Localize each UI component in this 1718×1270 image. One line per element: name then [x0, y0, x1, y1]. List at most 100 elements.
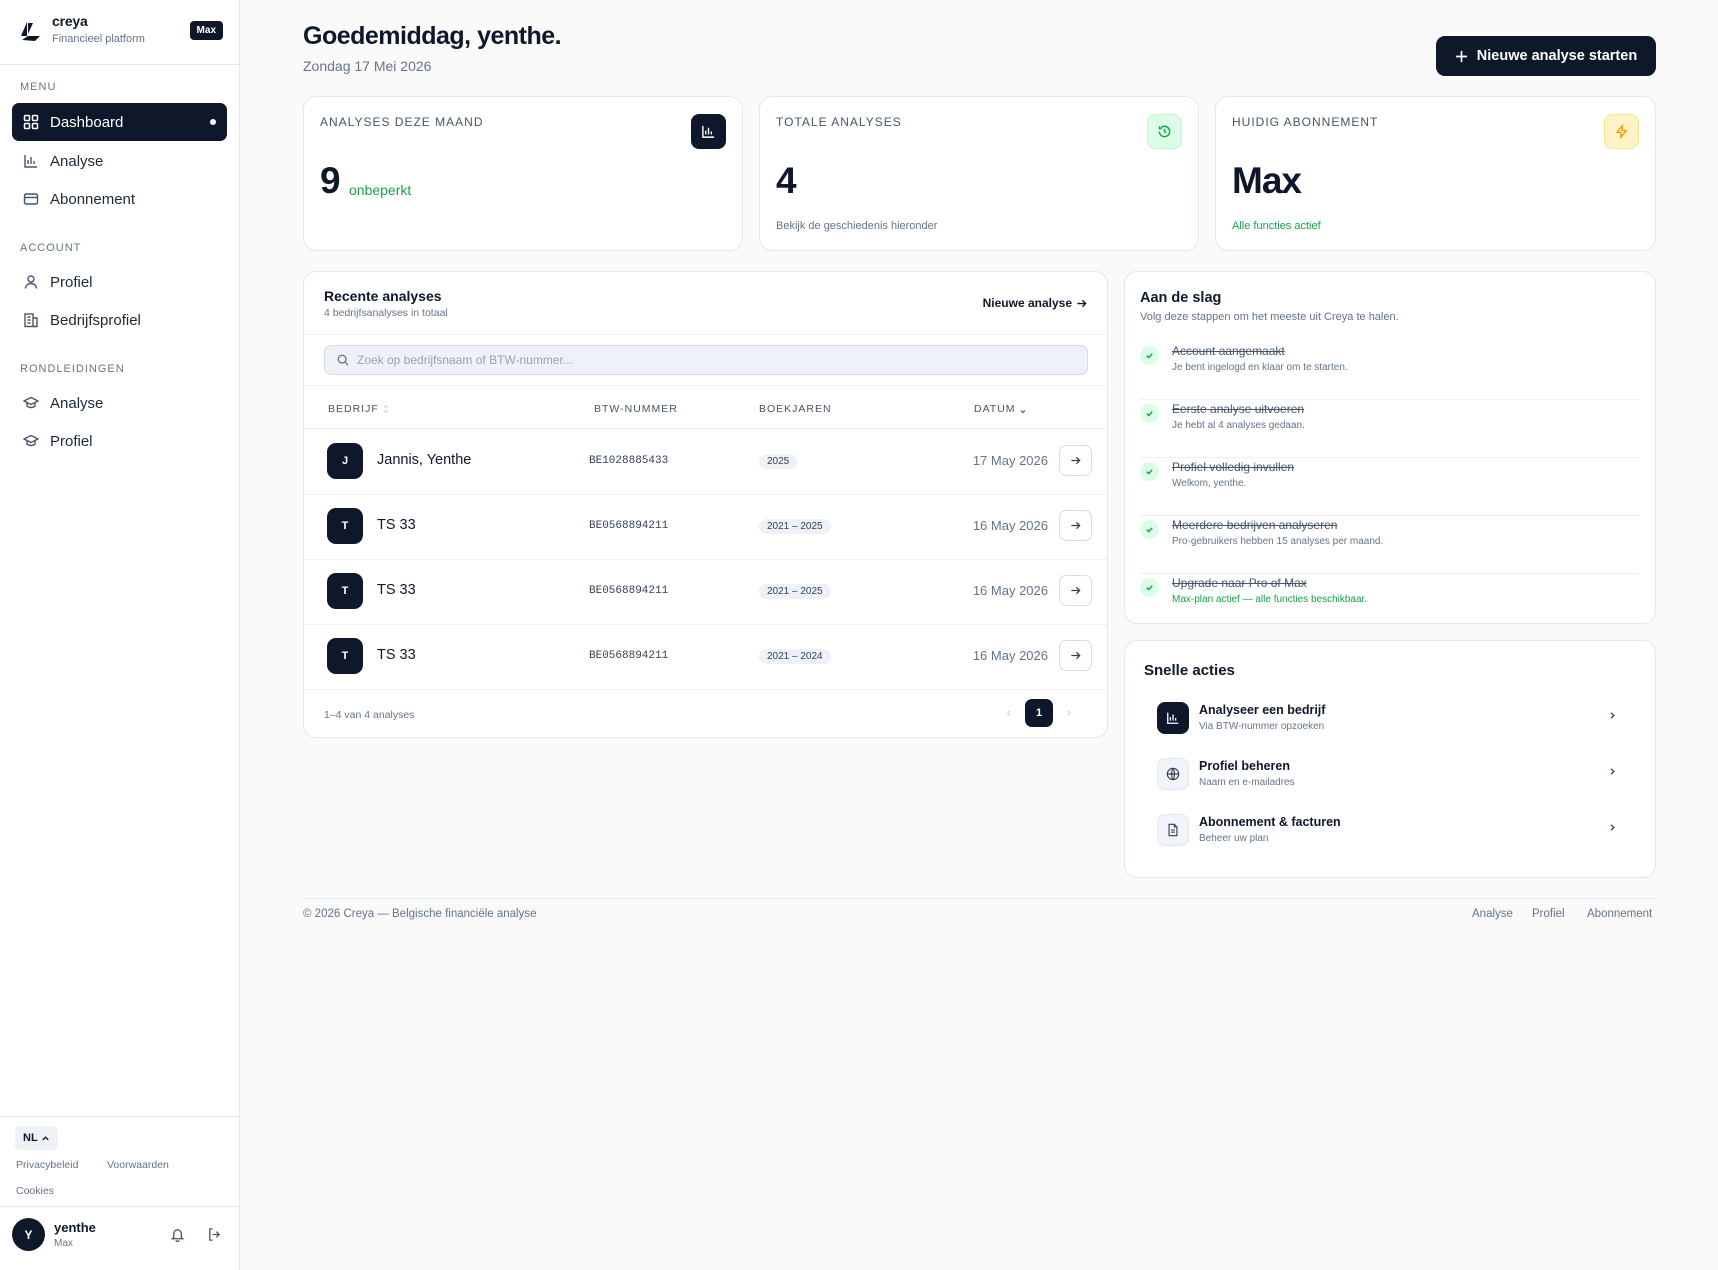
- avatar[interactable]: Y: [12, 1218, 45, 1251]
- stat-note: Bekijk de geschiedenis hieronder: [776, 220, 938, 232]
- bell-icon[interactable]: [170, 1227, 185, 1242]
- checklist-item: Profiel volledig invullen Welkom, yenthe…: [1140, 458, 1639, 516]
- quick-action-subscription[interactable]: Abonnement & facturen Beheer uw plan: [1143, 808, 1633, 854]
- arrow-right-icon: [1071, 456, 1081, 465]
- vat-number: BE1028885433: [589, 455, 669, 467]
- privacy-link[interactable]: Privacybeleid: [16, 1159, 78, 1171]
- footer-link-profiel[interactable]: Profiel: [1532, 908, 1565, 920]
- action-description: Beheer uw plan: [1199, 833, 1269, 844]
- stat-note: Alle functies actief: [1232, 220, 1321, 232]
- step-title: Account aangemaakt: [1172, 344, 1285, 358]
- open-analysis-button[interactable]: [1059, 640, 1092, 671]
- search-field[interactable]: [324, 345, 1088, 375]
- sidebar-item-bedrijfsprofiel[interactable]: Bedrijfsprofiel: [12, 301, 227, 339]
- quick-action-profile[interactable]: Profiel beheren Naam en e-mailadres: [1143, 752, 1633, 798]
- sidebar-item-dashboard[interactable]: Dashboard: [12, 103, 227, 141]
- search-icon: [337, 354, 349, 366]
- divider: [304, 385, 1107, 386]
- section-subtitle: 4 bedrijfsanalyses in totaal: [324, 307, 448, 319]
- logout-icon[interactable]: [207, 1227, 222, 1242]
- page-button-current[interactable]: 1: [1025, 699, 1053, 727]
- section-title: Snelle acties: [1144, 662, 1235, 679]
- check-icon: [1140, 520, 1159, 539]
- sidebar-item-abonnement[interactable]: Abonnement: [12, 180, 227, 218]
- next-page-button[interactable]: [1055, 699, 1083, 727]
- years-badge: 2021 – 2025: [759, 519, 831, 534]
- sidebar-item-profiel[interactable]: Profiel: [12, 263, 227, 301]
- stat-card-subscription: HUIDIG ABONNEMENT Max Alle functies acti…: [1215, 96, 1656, 251]
- action-title: Analyseer een bedrijf: [1199, 703, 1326, 717]
- company-avatar: T: [327, 638, 363, 674]
- step-title: Upgrade naar Pro of Max: [1172, 576, 1307, 590]
- building-icon: [24, 313, 38, 328]
- new-analysis-link[interactable]: Nieuwe analyse: [983, 296, 1087, 310]
- column-header-date[interactable]: DATUM: [974, 403, 1027, 415]
- terms-link[interactable]: Voorwaarden: [107, 1159, 169, 1171]
- page-title: Goedemiddag, yenthe.: [303, 22, 562, 50]
- brand[interactable]: creya Financieel platform Max: [18, 12, 223, 52]
- column-header-company[interactable]: BEDRIJF: [328, 403, 390, 415]
- sidebar-item-tour-profiel[interactable]: Profiel: [12, 422, 227, 460]
- action-title: Profiel beheren: [1199, 759, 1290, 773]
- divider: [0, 64, 240, 65]
- check-icon: [1140, 346, 1159, 365]
- menu-section-label: MENU: [20, 81, 57, 93]
- search-input[interactable]: [357, 353, 1057, 367]
- link-label: Nieuwe analyse: [982, 296, 1072, 310]
- table-row[interactable]: T TS 33 BE0568894211 2021 – 2025 16 May …: [304, 559, 1107, 624]
- open-analysis-button[interactable]: [1059, 510, 1092, 541]
- section-title: Aan de slag: [1140, 290, 1222, 306]
- recent-analyses-card: Recente analyses 4 bedrijfsanalyses in t…: [303, 271, 1108, 738]
- column-header-vat: BTW-NUMMER: [594, 403, 678, 415]
- sidebar-item-label: Analyse: [50, 152, 104, 170]
- cookies-link[interactable]: Cookies: [16, 1185, 54, 1197]
- divider: [0, 1206, 240, 1207]
- brand-name: creya: [52, 13, 88, 29]
- vat-number: BE0568894211: [589, 650, 669, 662]
- plan-badge: Max: [189, 21, 223, 40]
- years-badge: 2021 – 2024: [759, 649, 831, 664]
- stat-suffix: onbeperkt: [349, 182, 412, 198]
- stat-label: TOTALE ANALYSES: [776, 115, 902, 129]
- years-badge: 2021 – 2025: [759, 584, 831, 599]
- open-analysis-button[interactable]: [1059, 575, 1092, 606]
- quick-action-analyse[interactable]: Analyseer een bedrijf Via BTW-nummer opz…: [1143, 696, 1633, 742]
- stat-card-total-analyses: TOTALE ANALYSES 4 Bekijk de geschiedenis…: [759, 96, 1199, 251]
- new-analysis-button[interactable]: Nieuwe analyse starten: [1436, 36, 1656, 76]
- company-name: Jannis, Yenthe: [377, 452, 472, 468]
- button-label: Nieuwe analyse starten: [1476, 48, 1638, 64]
- analysis-date: 16 May 2026: [972, 648, 1048, 663]
- divider: [304, 689, 1107, 690]
- open-analysis-button[interactable]: [1059, 445, 1092, 476]
- main-content: Goedemiddag, yenthe. Zondag 17 Mei 2026 …: [240, 0, 1718, 1270]
- table-row[interactable]: T TS 33 BE0568894211 2021 – 2024 16 May …: [304, 624, 1107, 689]
- user-panel: Y yenthe Max: [12, 1218, 227, 1254]
- checklist-item: Upgrade naar Pro of Max Max-plan actief …: [1140, 574, 1639, 632]
- action-title: Abonnement & facturen: [1199, 815, 1341, 829]
- step-title: Profiel volledig invullen: [1172, 460, 1295, 474]
- company-avatar: J: [327, 443, 363, 479]
- quick-actions-card: Snelle acties Analyseer een bedrijf Via …: [1124, 640, 1656, 878]
- table-row[interactable]: J Jannis, Yenthe BE1028885433 2025 17 Ma…: [304, 429, 1107, 494]
- footer-link-analyse[interactable]: Analyse: [1472, 908, 1513, 920]
- prev-page-button[interactable]: [995, 699, 1023, 727]
- sort-desc-icon: [1020, 410, 1025, 414]
- copyright: © 2026 Creya — Belgische financiële anal…: [303, 908, 537, 920]
- stat-value: 4: [776, 160, 797, 201]
- company-name: TS 33: [377, 582, 416, 598]
- sort-icon: [383, 404, 389, 414]
- check-icon: [1140, 462, 1159, 481]
- table-row[interactable]: T TS 33 BE0568894211 2021 – 2025 16 May …: [304, 494, 1107, 559]
- checklist-item: Eerste analyse uitvoeren Je hebt al 4 an…: [1140, 400, 1639, 458]
- vat-number: BE0568894211: [589, 585, 669, 597]
- chevron-right-icon: [1067, 710, 1072, 716]
- sidebar-item-label: Abonnement: [50, 190, 136, 208]
- analysis-date: 16 May 2026: [972, 518, 1048, 533]
- sidebar-item-tour-analyse[interactable]: Analyse: [12, 384, 227, 422]
- sidebar-item-analyse[interactable]: Analyse: [12, 142, 227, 180]
- language-value: NL: [23, 1132, 38, 1144]
- footer-link-abonnement[interactable]: Abonnement: [1587, 908, 1652, 920]
- chevron-up-icon: [41, 1135, 49, 1140]
- step-title: Eerste analyse uitvoeren: [1172, 402, 1305, 416]
- language-selector[interactable]: NL: [15, 1126, 58, 1150]
